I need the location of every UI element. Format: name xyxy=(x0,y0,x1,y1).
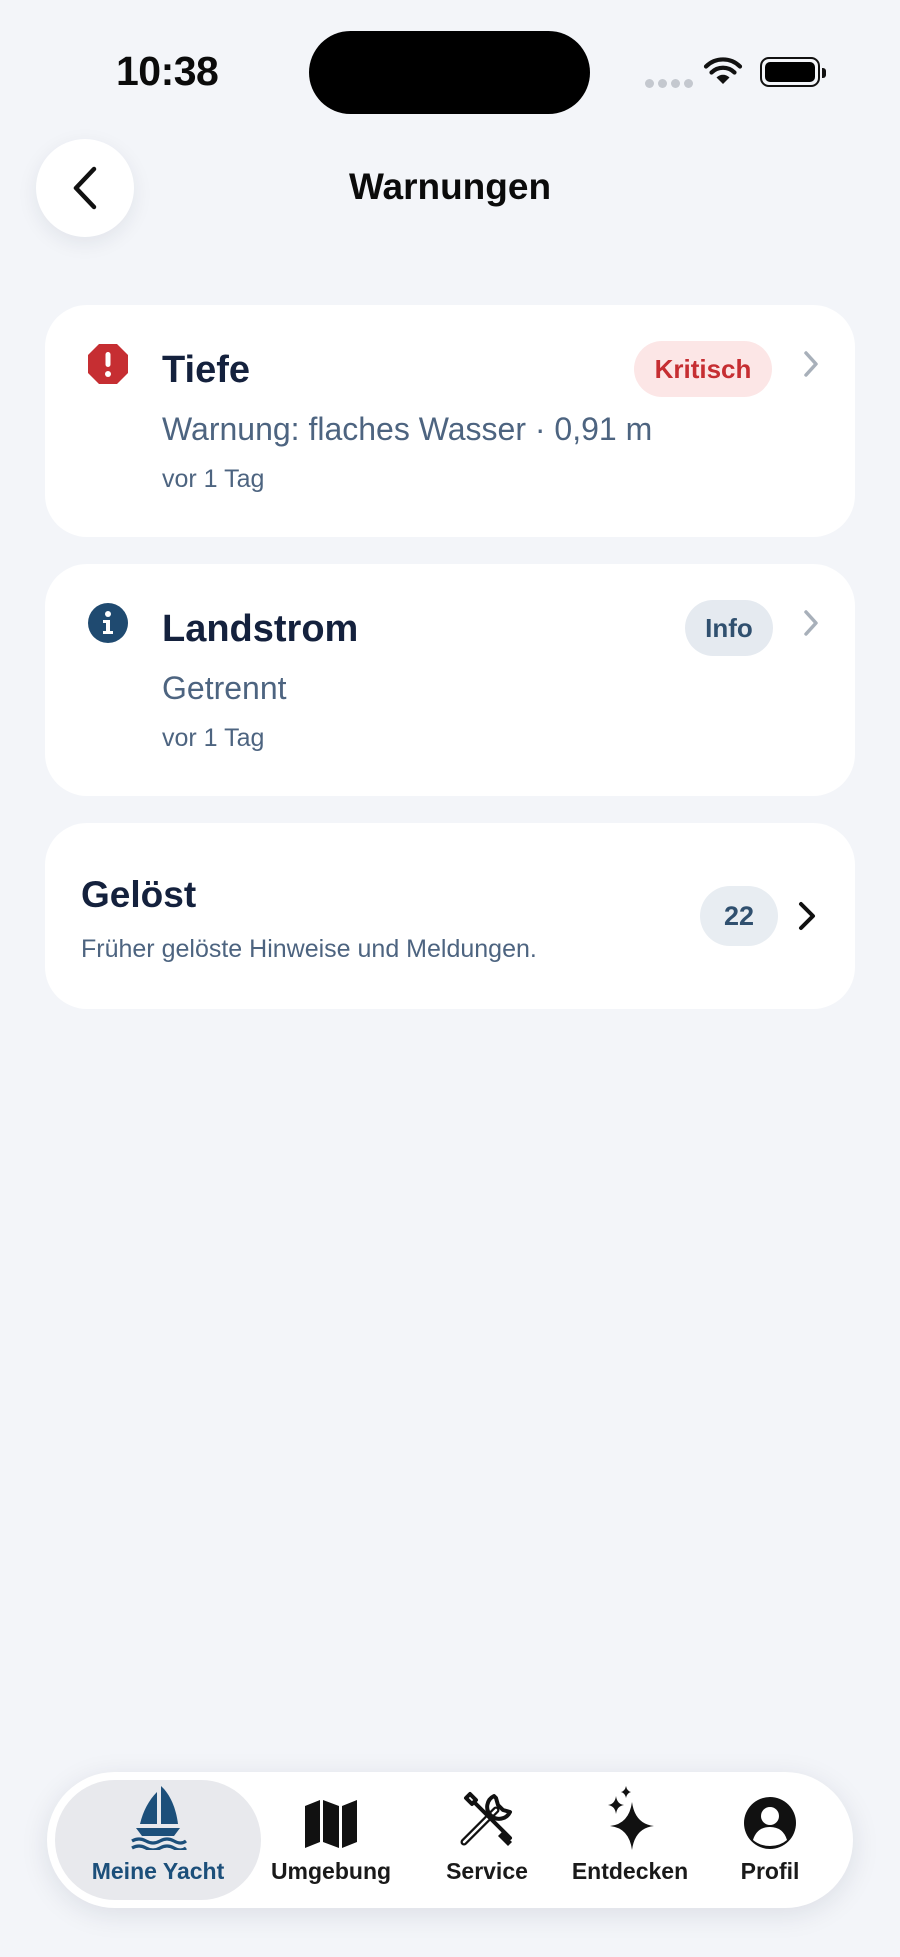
sparkles-icon xyxy=(608,1786,654,1850)
chevron-right-icon xyxy=(804,610,818,636)
tab-entdecken[interactable]: Entdecken xyxy=(555,1780,705,1900)
resolved-count-badge: 22 xyxy=(700,886,778,946)
cellular-signal-icon xyxy=(645,79,693,88)
resolved-card[interactable]: Gelöst Früher gelöste Hinweise und Meldu… xyxy=(45,823,855,1009)
resolved-subtitle: Früher gelöste Hinweise und Meldungen. xyxy=(81,935,537,963)
alert-description: Getrennt xyxy=(162,670,287,706)
resolved-title: Gelöst xyxy=(81,874,197,915)
severity-badge: Kritisch xyxy=(634,341,772,397)
alert-card-depth[interactable]: Tiefe Kritisch Warnung: flaches Wasser ·… xyxy=(45,305,855,537)
page-title: Warnungen xyxy=(348,166,552,207)
alert-title: Tiefe xyxy=(162,349,251,391)
wifi-icon xyxy=(703,57,743,84)
chevron-right-icon xyxy=(799,902,815,930)
tab-label: Service xyxy=(446,1858,528,1884)
alert-title: Landstrom xyxy=(162,608,359,650)
tab-label: Umgebung xyxy=(270,1858,392,1884)
map-icon xyxy=(305,1800,357,1848)
alert-description: Warnung: flaches Wasser · 0,91 m xyxy=(162,411,653,447)
chevron-right-icon xyxy=(804,351,818,377)
tab-label: Entdecken xyxy=(571,1858,689,1884)
tab-meine-yacht[interactable]: Meine Yacht xyxy=(55,1780,261,1900)
tab-label: Profil xyxy=(740,1858,800,1884)
status-time: 10:38 xyxy=(116,48,219,94)
person-circle-icon xyxy=(744,1797,796,1849)
sailboat-icon xyxy=(131,1786,187,1850)
tab-umgebung[interactable]: Umgebung xyxy=(261,1780,401,1900)
dynamic-island xyxy=(309,31,590,114)
battery-icon xyxy=(760,57,826,87)
info-circle-icon xyxy=(88,603,128,643)
tools-icon xyxy=(460,1792,512,1846)
tab-bar: Meine Yacht Umgebung Service Entdecken P… xyxy=(47,1772,853,1908)
status-bar: 10:38 xyxy=(0,0,900,140)
tab-profil[interactable]: Profil xyxy=(715,1780,825,1900)
alert-timestamp: vor 1 Tag xyxy=(162,724,265,752)
severity-badge: Info xyxy=(685,600,773,656)
tab-service[interactable]: Service xyxy=(417,1780,557,1900)
exclamation-octagon-icon xyxy=(88,344,128,384)
alert-card-shore-power[interactable]: Landstrom Info Getrennt vor 1 Tag xyxy=(45,564,855,796)
alert-timestamp: vor 1 Tag xyxy=(162,465,265,493)
tab-label: Meine Yacht xyxy=(91,1858,225,1884)
